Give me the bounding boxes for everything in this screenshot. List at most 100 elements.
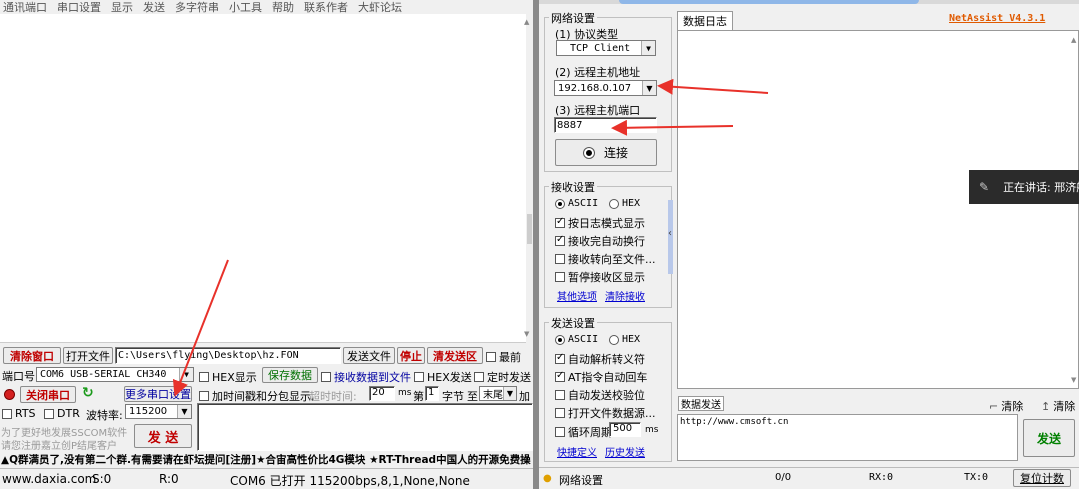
pause-recv-checkbox[interactable]: 暂停接收区显示: [555, 269, 645, 285]
clear-all-button[interactable]: ↥ 清除: [1041, 398, 1075, 414]
byte-label: 字节: [442, 390, 464, 403]
collapse-arrow-icon[interactable]: ‹: [668, 228, 672, 239]
chevron-down-icon[interactable]: ▼: [642, 81, 656, 95]
promo-line-2[interactable]: 请您注册嘉立创P结尾客户: [1, 437, 117, 452]
timed-send-checkbox[interactable]: 定时发送: [474, 369, 531, 385]
menu-item-help[interactable]: 帮助: [272, 0, 294, 14]
auto-escape-checkbox[interactable]: 自动解析转义符: [555, 351, 645, 367]
scroll-up-icon[interactable]: ▲: [524, 18, 529, 26]
close-port-button[interactable]: 关闭串口: [20, 386, 76, 403]
log-scroll-up-icon[interactable]: ▲: [1071, 36, 1076, 44]
connect-status-icon: [583, 147, 594, 158]
recv-hex-radio[interactable]: HEX: [609, 198, 640, 209]
reset-count-button[interactable]: 复位计数: [1013, 469, 1071, 487]
nth-label: 第: [413, 390, 424, 403]
broom-icon: ⌐: [989, 399, 999, 413]
data-log-area[interactable]: [677, 30, 1079, 389]
to-label: 至: [467, 390, 478, 403]
timeout-input[interactable]: 20: [369, 386, 395, 401]
data-send-label: 数据发送: [678, 396, 724, 411]
port-label-net: (3) 远程主机端口: [555, 104, 641, 117]
loop-period-input[interactable]: 500: [609, 422, 641, 437]
at-auto-crlf-checkbox[interactable]: AT指令自动回车: [555, 369, 647, 385]
host-label: (2) 远程主机地址: [555, 66, 641, 79]
nth-input[interactable]: 1: [425, 386, 439, 401]
chevron-down-icon[interactable]: ▼: [503, 387, 516, 400]
links-send: 快捷定义 历史发送: [557, 444, 645, 459]
log-scroll-down-icon[interactable]: ▼: [1071, 376, 1076, 384]
history-send-link[interactable]: 历史发送: [605, 444, 645, 459]
ticker-text[interactable]: ▲Q群满员了,没有第二个群.有需要请在虾坛提问[注册]★合宙高性价比4G模块 ★…: [1, 452, 531, 467]
port-status-icon: [4, 389, 15, 400]
stop-button[interactable]: 停止: [397, 347, 425, 364]
menu-item-contact[interactable]: 联系作者: [304, 0, 348, 14]
netassist-status-bar: ● 网络设置 0/0 RX:0 TX:0 复位计数: [539, 467, 1079, 489]
menu-item-forum[interactable]: 大虾论坛: [358, 0, 402, 14]
clear-window-button[interactable]: 清除窗口: [3, 347, 61, 364]
more-settings-button[interactable]: 更多串口设置: [124, 386, 192, 402]
front-most-checkbox[interactable]: 最前: [486, 349, 521, 365]
scroll-thumb[interactable]: [527, 214, 532, 244]
proto-select[interactable]: TCP Client ▼: [556, 40, 656, 56]
connect-button[interactable]: 连接: [555, 139, 657, 166]
netassist-send-button[interactable]: 发送: [1023, 419, 1075, 457]
open-file-src-checkbox[interactable]: 打开文件数据源...: [555, 405, 656, 421]
host-select[interactable]: 192.168.0.107 ▼: [554, 80, 657, 96]
port-select[interactable]: COM6 USB-SERIAL CH340 ▼: [36, 367, 194, 382]
send-file-button[interactable]: 发送文件: [343, 347, 395, 364]
microphone-muted-icon: ✎: [979, 180, 990, 194]
net-settings-label: 网络设置: [549, 10, 597, 26]
refresh-icon[interactable]: ↻: [82, 385, 94, 401]
chevron-down-icon[interactable]: ▼: [641, 41, 655, 55]
sscom-receive-scrollbar[interactable]: ▲ ▼: [524, 14, 533, 343]
menu-item-serial-settings[interactable]: 串口设置: [57, 0, 101, 14]
dtr-checkbox[interactable]: DTR: [44, 407, 80, 420]
remote-port-input[interactable]: 8887: [554, 117, 657, 133]
menu-item-send[interactable]: 发送: [143, 0, 165, 14]
port-label: 端口号: [2, 370, 35, 383]
recv-to-file-net-checkbox[interactable]: 接收转向至文件...: [555, 251, 656, 267]
menu-item-tools[interactable]: 小工具: [229, 0, 262, 14]
sscom-send-textarea[interactable]: [197, 403, 533, 451]
rts-checkbox[interactable]: RTS: [2, 407, 36, 420]
baud-select[interactable]: 115200 ▼: [125, 404, 192, 419]
add-timestamp-checkbox[interactable]: 加时间戳和分包显示,: [199, 388, 315, 404]
hex-send-checkbox[interactable]: HEX发送: [414, 369, 472, 385]
auto-newline-checkbox[interactable]: 接收完自动换行: [555, 233, 645, 249]
recv-ascii-radio[interactable]: ASCII: [555, 198, 598, 209]
send-settings-label: 发送设置: [549, 315, 597, 331]
recv-to-file-checkbox[interactable]: 接收数据到文件: [321, 369, 411, 385]
loop-period-checkbox[interactable]: 循环周期: [555, 424, 612, 440]
clear-send-button[interactable]: ⌐ 清除: [989, 398, 1023, 414]
log-mode-checkbox[interactable]: 按日志模式显示: [555, 215, 645, 231]
auto-checksum-checkbox[interactable]: 自动发送校验位: [555, 387, 645, 403]
clear-send-area-button[interactable]: 清发送区: [427, 347, 483, 364]
data-log-tab[interactable]: 数据日志: [677, 11, 733, 30]
file-path-field[interactable]: C:\Users\flying\Desktop\hz.FON: [115, 347, 341, 364]
links-recv: 其他选项 清除接收: [557, 288, 645, 303]
status-count: 0/0: [775, 472, 792, 483]
sscom-receive-area[interactable]: [0, 14, 526, 343]
recv-settings-label: 接收设置: [549, 179, 597, 195]
send-hex-radio[interactable]: HEX: [609, 334, 640, 345]
shortcut-def-link[interactable]: 快捷定义: [557, 444, 597, 459]
chevron-down-icon[interactable]: ▼: [177, 405, 191, 418]
status-dot-icon: ●: [543, 473, 552, 484]
menu-item-display[interactable]: 显示: [111, 0, 133, 14]
scroll-down-icon[interactable]: ▼: [524, 330, 529, 338]
save-data-button[interactable]: 保存数据: [262, 367, 318, 383]
menu-item-multi-string[interactable]: 多字符串: [175, 0, 219, 14]
clear-recv-link[interactable]: 清除接收: [605, 288, 645, 303]
menu-item-port[interactable]: 通讯端口: [3, 0, 47, 14]
hex-display-checkbox[interactable]: HEX显示: [199, 369, 257, 385]
send-ascii-radio[interactable]: ASCII: [555, 334, 598, 345]
chevron-down-icon[interactable]: ▼: [179, 368, 193, 381]
end-select[interactable]: 末尾 ▼: [479, 386, 517, 401]
status-recv-count: R:0: [159, 472, 179, 486]
other-options-link[interactable]: 其他选项: [557, 288, 597, 303]
status-website[interactable]: www.daxia.com: [2, 472, 96, 486]
status-net-settings: 网络设置: [559, 474, 603, 487]
sscom-send-button[interactable]: 发 送: [134, 424, 192, 448]
open-file-button[interactable]: 打开文件: [63, 347, 113, 364]
speaking-overlay: ✎ 正在讲话: 邢济航: [969, 170, 1079, 204]
